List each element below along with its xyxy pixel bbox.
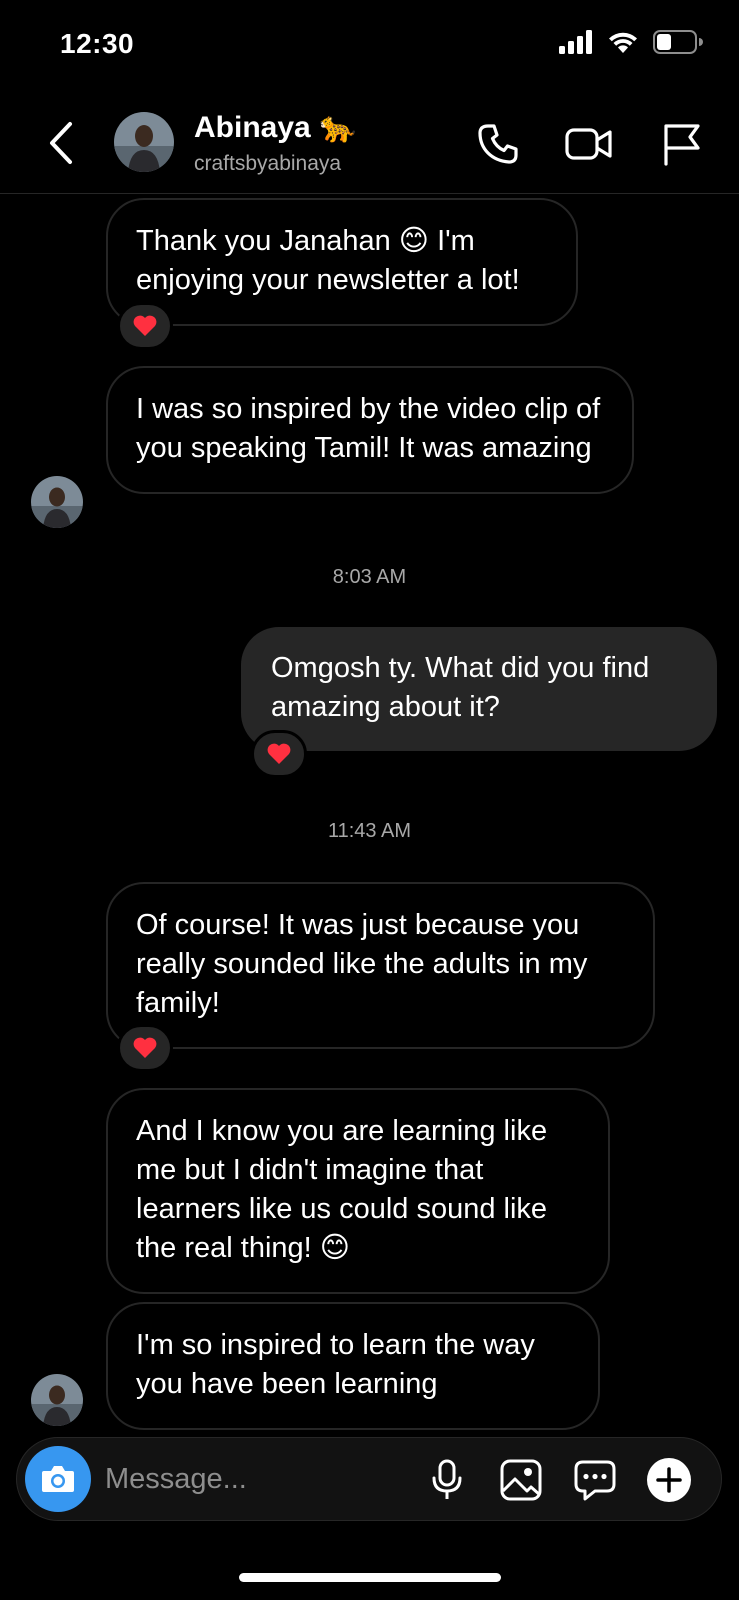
message-bubble[interactable]: I'm so inspired to learn the way you hav… — [106, 1302, 600, 1430]
heart-reaction[interactable] — [117, 302, 173, 350]
gallery-button[interactable] — [497, 1456, 545, 1504]
camera-icon — [42, 1466, 74, 1492]
video-icon — [565, 128, 612, 160]
heart-reaction[interactable] — [251, 730, 307, 778]
avatar[interactable] — [114, 112, 174, 172]
message-input[interactable] — [105, 1458, 405, 1500]
more-options-button[interactable] — [645, 1456, 693, 1504]
microphone-icon — [432, 1459, 462, 1499]
video-call-button[interactable] — [564, 120, 612, 168]
chat-header: Abinaya 🐆 craftsbyabinaya — [0, 100, 739, 194]
message-bubble[interactable]: Of course! It was just because you reall… — [106, 882, 655, 1049]
message-bubble[interactable]: And I know you are learning like me but … — [106, 1088, 610, 1294]
sticker-icon — [574, 1460, 616, 1501]
heart-reaction[interactable] — [117, 1024, 173, 1072]
call-button[interactable] — [474, 120, 522, 168]
avatar[interactable] — [31, 476, 83, 528]
heart-icon — [133, 315, 157, 336]
status-time: 12:30 — [60, 28, 135, 59]
contact-handle[interactable]: craftsbyabinaya — [194, 152, 341, 176]
sticker-button[interactable] — [571, 1456, 619, 1504]
heart-icon — [133, 1037, 157, 1058]
wifi-icon — [609, 32, 637, 53]
signal-icon — [559, 30, 592, 54]
camera-button[interactable] — [25, 1446, 91, 1512]
battery-icon — [653, 30, 703, 54]
report-button[interactable] — [660, 120, 708, 168]
timestamp: 8:03 AM — [332, 566, 407, 588]
home-indicator[interactable] — [239, 1573, 501, 1582]
back-icon — [50, 122, 72, 164]
gallery-icon — [500, 1459, 542, 1501]
voice-message-button[interactable] — [423, 1456, 471, 1504]
message-bubble[interactable]: I was so inspired by the video clip of y… — [106, 366, 634, 494]
phone-icon — [478, 124, 518, 164]
contact-name[interactable]: Abinaya 🐆 — [194, 110, 356, 145]
message-composer — [16, 1437, 722, 1521]
heart-icon — [267, 743, 291, 764]
status-icons — [559, 30, 703, 54]
back-button[interactable] — [44, 118, 80, 168]
timestamp: 11:43 AM — [327, 820, 412, 842]
message-bubble[interactable]: Thank you Janahan 😊 I'm enjoying your ne… — [106, 198, 578, 326]
message-bubble-outgoing[interactable]: Omgosh ty. What did you find amazing abo… — [241, 627, 717, 751]
avatar[interactable] — [31, 1374, 83, 1426]
plus-icon — [647, 1458, 691, 1502]
flag-icon — [664, 124, 700, 166]
